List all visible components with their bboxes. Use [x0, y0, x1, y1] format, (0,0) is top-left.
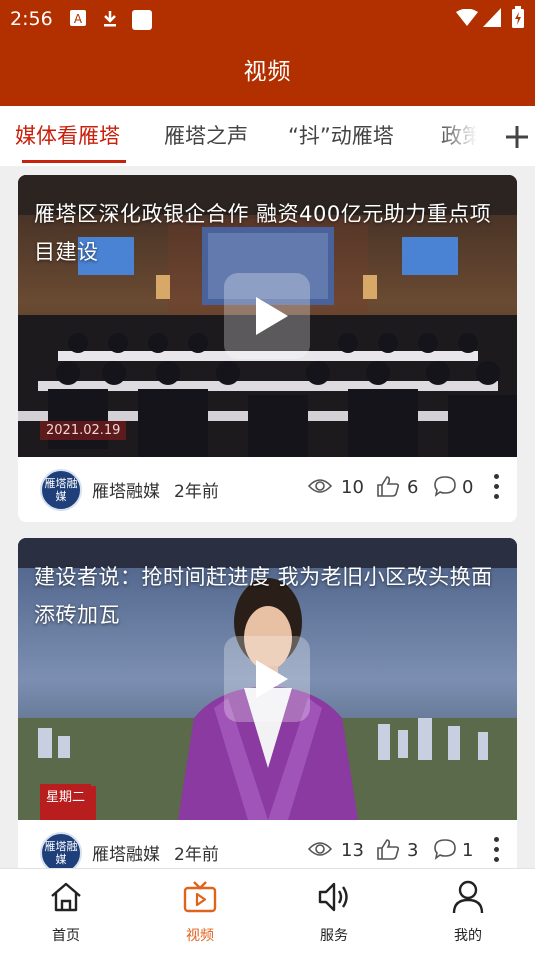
nav-label: 视频 — [186, 928, 214, 944]
app-bar: 视频 — [0, 38, 535, 106]
tab-yanta-voice[interactable]: 雁塔之声 — [164, 120, 248, 150]
add-channel-button[interactable] — [490, 106, 535, 166]
tab-douyin-yanta[interactable]: “抖”动雁塔 — [288, 120, 394, 150]
nav-label: 服务 — [320, 928, 348, 944]
more-options-icon[interactable] — [492, 837, 500, 867]
eye-icon — [307, 839, 333, 863]
view-count: 13 — [341, 840, 364, 861]
thumbnail-date: 2021.02.19 — [40, 421, 127, 440]
play-icon — [256, 297, 288, 335]
video-meta: 雁塔融媒 雁塔融媒 2年前 10 6 0 — [18, 457, 517, 522]
status-time: 2:56 — [10, 8, 53, 30]
download-icon — [102, 10, 118, 32]
video-title: 雁塔区深化政银企合作 融资400亿元助力重点项目建设 — [34, 202, 492, 264]
speaker-icon — [318, 882, 348, 912]
video-tv-icon — [183, 881, 217, 913]
video-thumbnail[interactable]: 建设者说：抢时间赶进度 我为老旧小区改头换面添砖加瓦 星期二 — [18, 538, 517, 820]
video-feed[interactable]: 雁塔区深化政银企合作 融资400亿元助力重点项目建设 2021.02.19 雁塔… — [0, 166, 535, 871]
video-meta: 雁塔融媒 雁塔融媒 2年前 13 3 1 — [18, 820, 517, 871]
avatar[interactable]: 雁塔融媒 — [40, 469, 82, 511]
status-bar: 2:56 A — [0, 0, 535, 38]
category-tabs: 媒体看雁塔 雁塔之声 “抖”动雁塔 政策 — [0, 106, 535, 166]
thumbnail-date: 星期二 — [40, 784, 92, 807]
bottom-navigation: 首页 视频 服务 我的 — [0, 868, 535, 953]
active-tab-indicator — [22, 160, 126, 163]
video-card[interactable]: 建设者说：抢时间赶进度 我为老旧小区改头换面添砖加瓦 星期二 雁塔融媒 雁塔融媒… — [18, 538, 517, 871]
like-count: 3 — [407, 840, 419, 861]
tab-media-yanta[interactable]: 媒体看雁塔 — [15, 120, 120, 150]
avatar[interactable]: 雁塔融媒 — [40, 832, 82, 871]
thumbs-up-icon[interactable] — [376, 475, 400, 501]
like-count: 6 — [407, 477, 419, 498]
battery-icon — [512, 6, 524, 32]
video-card[interactable]: 雁塔区深化政银企合作 融资400亿元助力重点项目建设 2021.02.19 雁塔… — [18, 175, 517, 522]
play-icon — [256, 660, 288, 698]
nav-label: 首页 — [52, 928, 80, 944]
nav-video[interactable]: 视频 — [150, 869, 250, 953]
comment-icon[interactable] — [433, 838, 457, 864]
svg-text:A: A — [74, 12, 83, 26]
post-age: 2年前 — [174, 482, 219, 502]
plus-icon — [506, 126, 528, 148]
eye-icon — [307, 476, 333, 500]
view-count: 10 — [341, 477, 364, 498]
home-icon — [51, 882, 81, 912]
nav-profile[interactable]: 我的 — [418, 869, 518, 953]
nav-home[interactable]: 首页 — [16, 869, 116, 953]
author-name[interactable]: 雁塔融媒 — [92, 840, 160, 865]
play-button[interactable] — [224, 636, 310, 722]
video-thumbnail[interactable]: 雁塔区深化政银企合作 融资400亿元助力重点项目建设 2021.02.19 — [18, 175, 517, 457]
a-icon: A — [70, 10, 86, 30]
video-title: 建设者说：抢时间赶进度 我为老旧小区改头换面添砖加瓦 — [34, 565, 493, 627]
author-name[interactable]: 雁塔融媒 — [92, 477, 160, 502]
signal-icon — [483, 8, 501, 31]
comment-icon[interactable] — [433, 475, 457, 501]
tabs-fade — [438, 106, 490, 166]
more-options-icon[interactable] — [492, 474, 500, 504]
nav-service[interactable]: 服务 — [284, 869, 384, 953]
play-button[interactable] — [224, 273, 310, 359]
thumbs-up-icon[interactable] — [376, 838, 400, 864]
user-icon — [452, 880, 484, 914]
nav-label: 我的 — [454, 928, 482, 944]
comment-count: 0 — [462, 477, 474, 498]
app-square-icon — [132, 10, 152, 34]
page-title: 视频 — [243, 59, 292, 85]
wifi-icon — [456, 8, 478, 31]
comment-count: 1 — [462, 840, 474, 861]
post-age: 2年前 — [174, 845, 219, 865]
